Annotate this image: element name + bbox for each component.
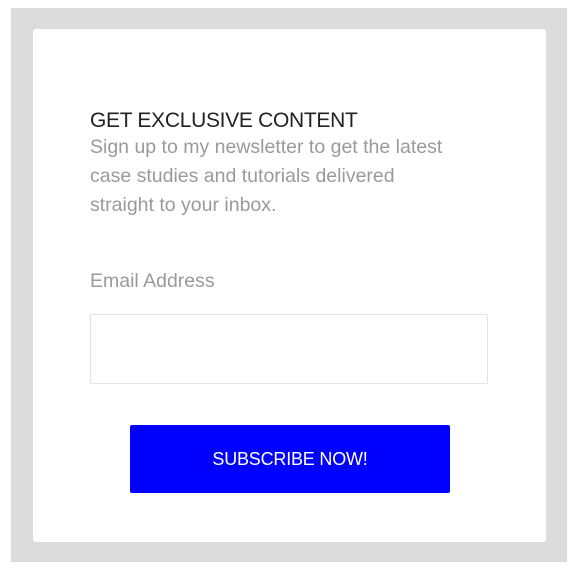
subscribe-button[interactable]: SUBSCRIBE NOW! xyxy=(130,425,450,493)
widget-frame: GET EXCLUSIVE CONTENT Sign up to my news… xyxy=(11,8,567,562)
widget-description: Sign up to my newsletter to get the late… xyxy=(90,136,443,216)
widget-heading: GET EXCLUSIVE CONTENT xyxy=(90,109,358,132)
email-label: Email Address xyxy=(90,270,215,292)
newsletter-card: GET EXCLUSIVE CONTENT Sign up to my news… xyxy=(33,29,546,542)
email-input[interactable] xyxy=(90,314,488,384)
